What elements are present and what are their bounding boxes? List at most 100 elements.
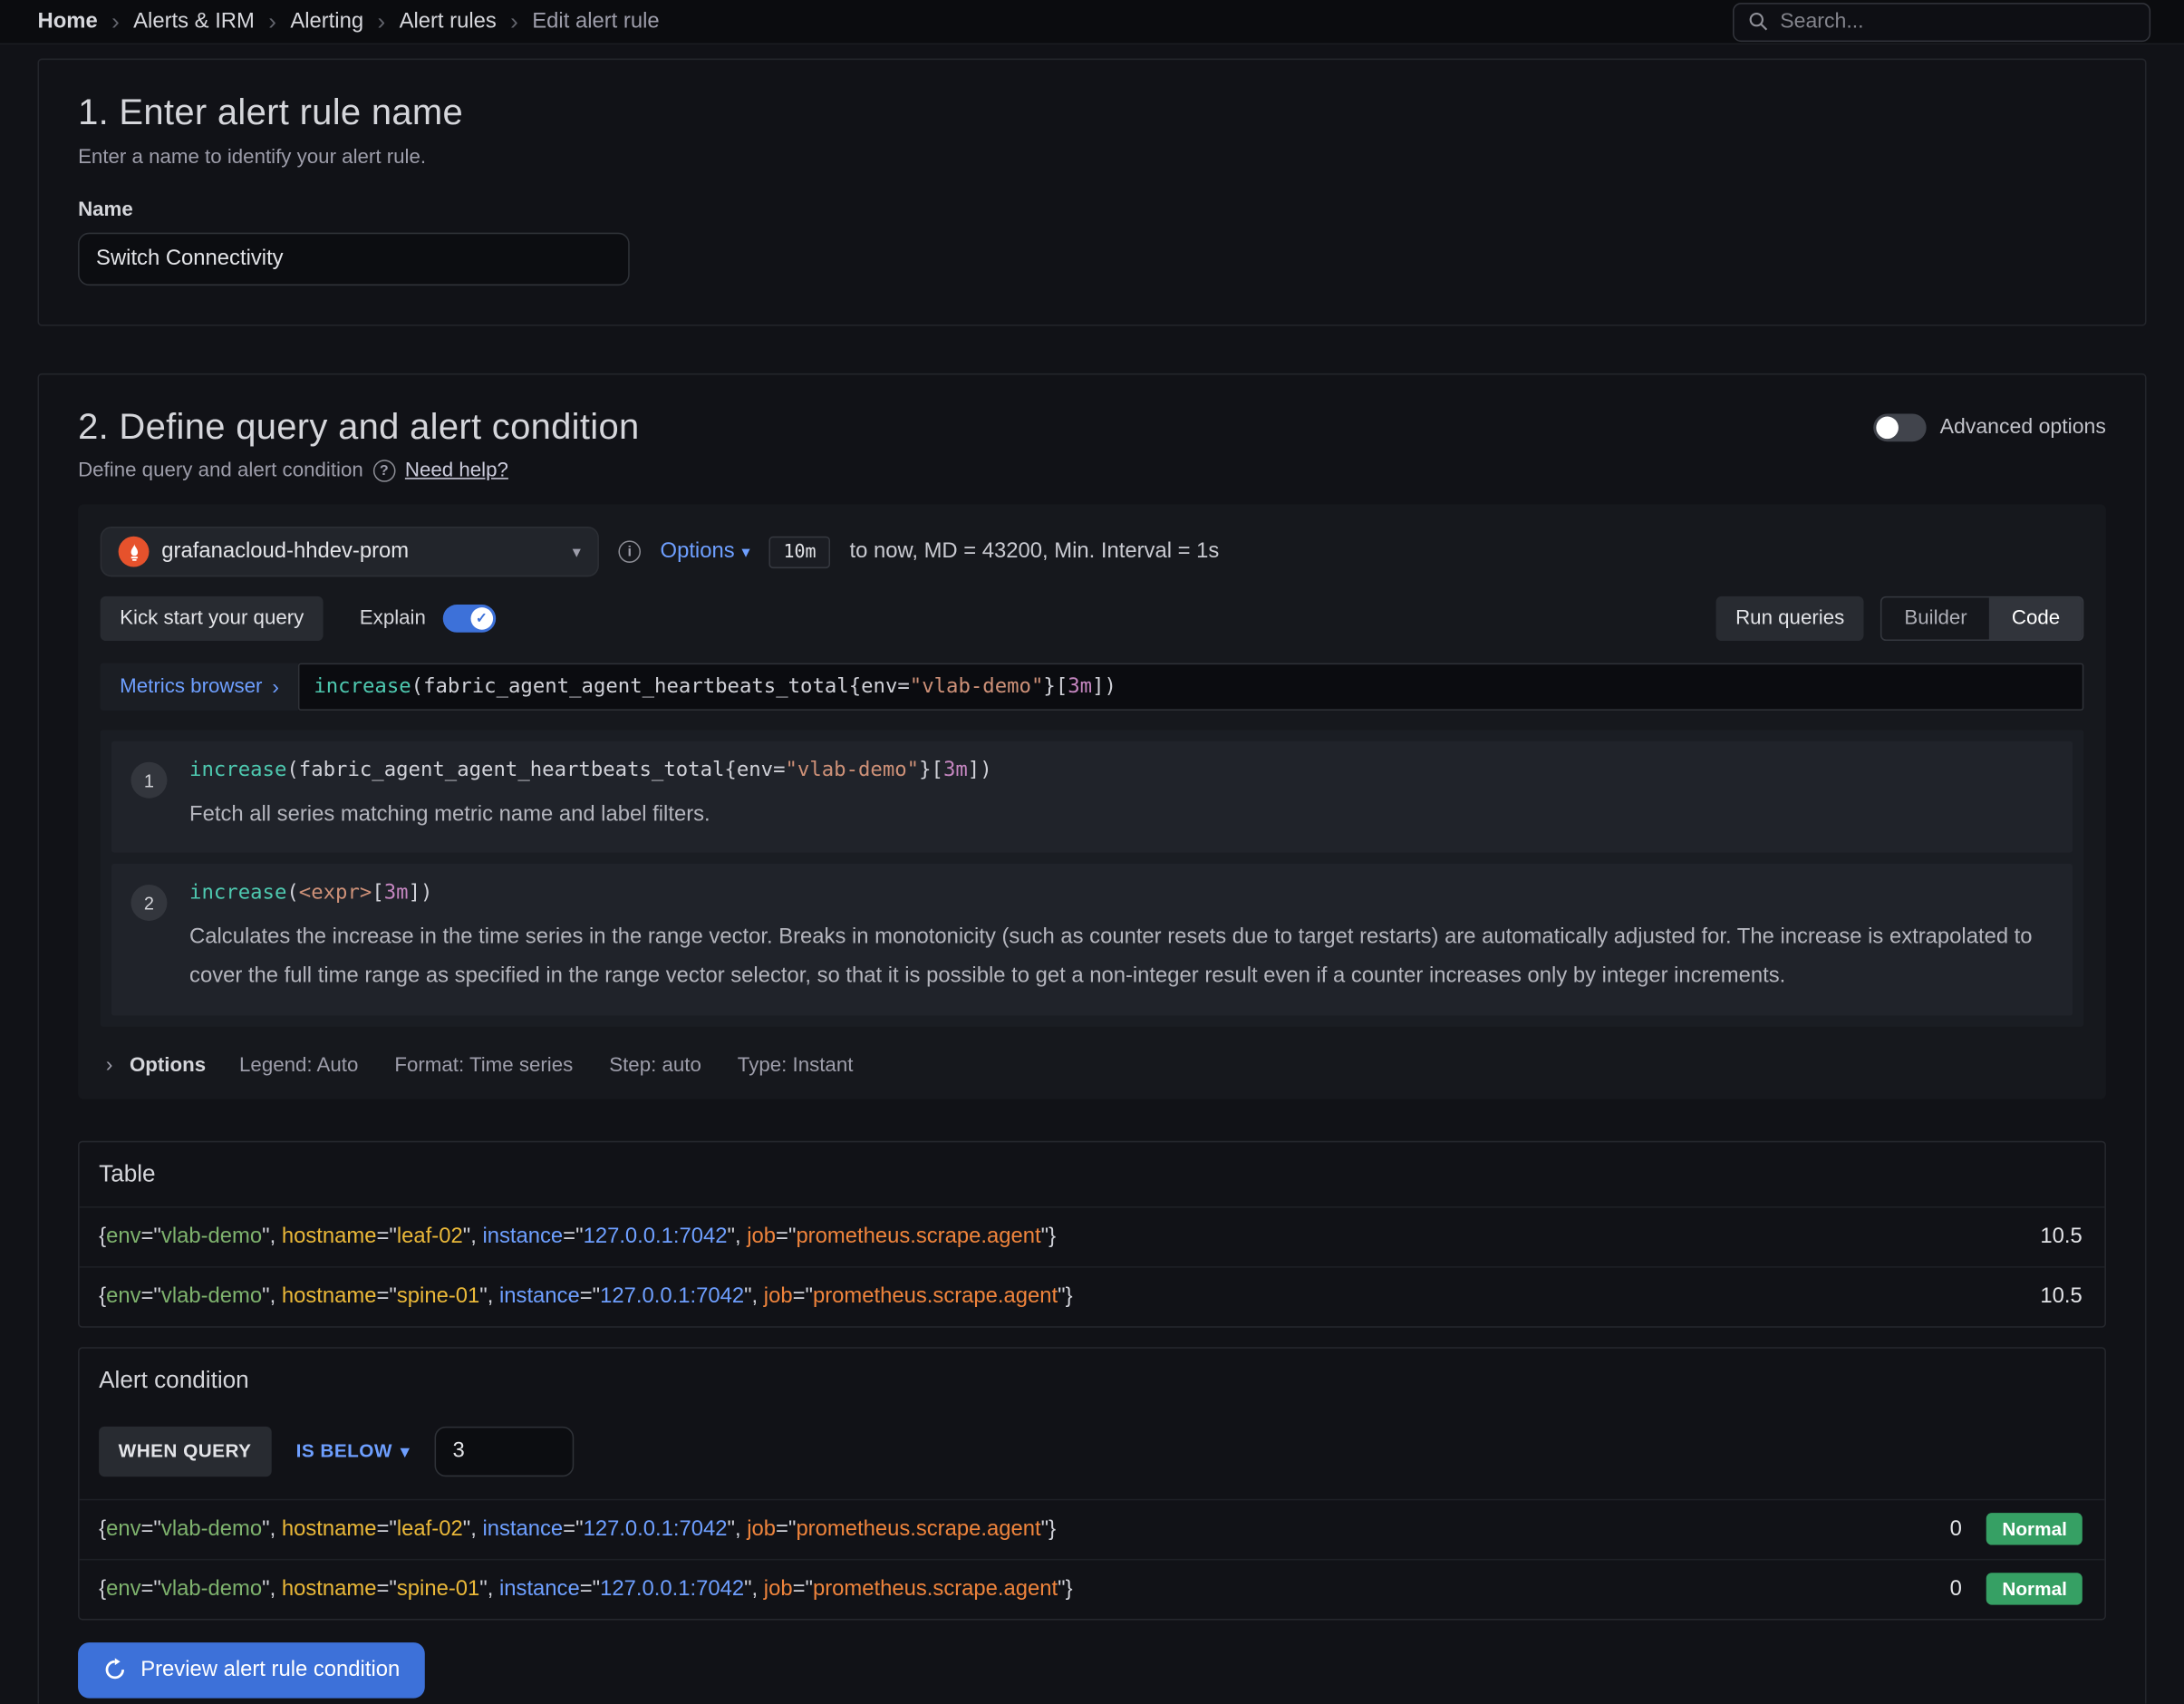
explain-section: 1 increase(fabric_agent_agent_heartbeats… (101, 730, 2084, 1026)
datasource-name: grafanacloud-hhdev-prom (161, 539, 560, 565)
expression-editor-row: Metrics browser › increase(fabric_agent_… (101, 663, 2084, 711)
chevron-right-icon: › (377, 10, 385, 34)
query-options-button-label: Options (661, 539, 735, 565)
code-tab[interactable]: Code (1989, 597, 2082, 639)
step-number-badge: 2 (130, 885, 167, 921)
series-labels: {env="vlab-demo", hostname="spine-01", i… (99, 1284, 1072, 1310)
instance-result: 0 Normal (1950, 1513, 2083, 1544)
info-icon[interactable]: i (618, 540, 641, 563)
builder-tab[interactable]: Builder (1882, 597, 1990, 639)
explain-toggle[interactable]: ✓ (442, 605, 495, 633)
search-box[interactable] (1733, 2, 2150, 41)
table-row: {env="vlab-demo", hostname="spine-01", i… (80, 1266, 2105, 1326)
option-legend: Legend: Auto (239, 1054, 358, 1077)
explain-code: increase(<expr>[3m]) (189, 882, 2053, 905)
query-options-row: › Options Legend: Auto Format: Time seri… (101, 1046, 2084, 1080)
alert-condition-title: Alert condition (80, 1348, 2105, 1412)
option-step: Step: auto (609, 1054, 701, 1077)
when-query-button[interactable]: WHEN QUERY (99, 1426, 271, 1476)
series-labels: {env="vlab-demo", hostname="spine-01", i… (99, 1576, 1072, 1602)
query-toolbar-left: Kick start your query Explain ✓ (101, 596, 496, 641)
chevron-down-icon: ▾ (573, 543, 581, 559)
alert-instance-row: {env="vlab-demo", hostname="leaf-02", in… (80, 1498, 2105, 1558)
chevron-right-icon: › (510, 10, 518, 34)
chevron-right-icon[interactable]: › (106, 1055, 113, 1076)
kick-start-query-button[interactable]: Kick start your query (101, 596, 324, 641)
top-navigation-bar: Home › Alerts & IRM › Alerting › Alert r… (0, 0, 2184, 44)
table-row: {env="vlab-demo", hostname="leaf-02", in… (80, 1205, 2105, 1265)
run-queries-button[interactable]: Run queries (1716, 596, 1864, 641)
chevron-right-icon: › (268, 10, 276, 34)
datasource-row: grafanacloud-hhdev-prom ▾ i Options ▾ 10… (101, 527, 2084, 576)
option-format: Format: Time series (394, 1054, 573, 1077)
search-input[interactable] (1780, 10, 2135, 34)
instance-value: 0 (1950, 1576, 1962, 1602)
need-help-link[interactable]: Need help? (405, 460, 508, 482)
step1-subtitle: Enter a name to identify your alert rule… (78, 146, 2106, 169)
breadcrumb-item-alert-rules[interactable]: Alert rules (400, 9, 497, 34)
breadcrumb-item-home[interactable]: Home (37, 9, 97, 34)
preview-button-label: Preview alert rule condition (140, 1657, 400, 1682)
explain-description: Fetch all series matching metric name an… (189, 796, 2053, 835)
search-icon (1748, 11, 1769, 32)
operator-label: IS BELOW (296, 1440, 392, 1461)
alert-instance-row: {env="vlab-demo", hostname="spine-01", i… (80, 1558, 2105, 1618)
operator-dropdown[interactable]: IS BELOW ▾ (296, 1440, 410, 1461)
chevron-right-icon: › (111, 10, 120, 34)
chevron-down-icon: ▾ (401, 1443, 410, 1459)
condition-row: WHEN QUERY IS BELOW ▾ (80, 1412, 2105, 1498)
query-toolbar-right: Run queries Builder Code (1716, 596, 2084, 641)
main-content: 1. Enter alert rule name Enter a name to… (0, 44, 2184, 1704)
explain-code: increase(fabric_agent_agent_heartbeats_t… (189, 760, 2053, 782)
threshold-input[interactable] (435, 1426, 575, 1476)
options-row-label[interactable]: Options (130, 1054, 206, 1077)
preview-alert-rule-button[interactable]: Preview alert rule condition (78, 1642, 425, 1698)
range-description: to now, MD = 43200, Min. Interval = 1s (849, 539, 1219, 565)
series-value: 10.5 (2040, 1224, 2082, 1249)
query-options-button[interactable]: Options ▾ (661, 539, 750, 565)
series-labels: {env="vlab-demo", hostname="leaf-02", in… (99, 1224, 1056, 1249)
explain-step-2: 2 increase(<expr>[3m]) Calculates the in… (111, 864, 2073, 1015)
instance-value: 0 (1950, 1516, 1962, 1542)
step-number-badge: 1 (130, 762, 167, 799)
table-title: Table (80, 1142, 2105, 1206)
toggle-knob-icon (1876, 416, 1899, 439)
breadcrumb-item-alerting[interactable]: Alerting (290, 9, 363, 34)
state-badge: Normal (1986, 1513, 2082, 1544)
series-labels: {env="vlab-demo", hostname="leaf-02", in… (99, 1516, 1056, 1542)
explain-label: Explain (360, 607, 426, 630)
step2-title: 2. Define query and alert condition (78, 405, 639, 449)
refresh-icon (103, 1658, 127, 1681)
explain-step-body: increase(fabric_agent_agent_heartbeats_t… (189, 760, 2053, 835)
breadcrumb-item-alerts-irm[interactable]: Alerts & IRM (133, 9, 255, 34)
breadcrumb: Home › Alerts & IRM › Alerting › Alert r… (37, 9, 659, 34)
step2-panel: 2. Define query and alert condition Adva… (37, 373, 2146, 1704)
promql-expression-input[interactable]: increase(fabric_agent_agent_heartbeats_t… (298, 663, 2083, 711)
builder-code-switch: Builder Code (1880, 596, 2083, 641)
explain-description: Calculates the increase in the time seri… (189, 918, 2053, 997)
step1-title: 1. Enter alert rule name (78, 91, 2106, 134)
alert-condition-panel: Alert condition WHEN QUERY IS BELOW ▾ {e… (78, 1347, 2106, 1620)
step2-header: 2. Define query and alert condition Adva… (78, 405, 2106, 449)
query-toolbar-row: Kick start your query Explain ✓ Run quer… (101, 596, 2084, 641)
step1-panel: 1. Enter alert rule name Enter a name to… (37, 59, 2146, 326)
alert-rule-name-input[interactable] (78, 233, 630, 286)
page: Home › Alerts & IRM › Alerting › Alert r… (0, 0, 2184, 1704)
chevron-down-icon: ▾ (741, 543, 749, 559)
advanced-options-label: Advanced options (1940, 415, 2106, 439)
name-label: Name (78, 199, 2106, 222)
chevron-right-icon: › (272, 676, 279, 697)
advanced-options: Advanced options (1873, 413, 2106, 441)
step2-subtitle-row: Define query and alert condition ? Need … (78, 460, 2106, 482)
datasource-picker[interactable]: grafanacloud-hhdev-prom ▾ (101, 527, 599, 576)
advanced-options-toggle[interactable] (1873, 413, 1926, 441)
relative-range-badge[interactable]: 10m (769, 536, 830, 567)
option-type: Type: Instant (738, 1054, 854, 1077)
metrics-browser-button[interactable]: Metrics browser › (101, 663, 299, 711)
metrics-browser-label: Metrics browser (120, 675, 262, 698)
table-panel: Table {env="vlab-demo", hostname="leaf-0… (78, 1140, 2106, 1327)
state-badge: Normal (1986, 1573, 2082, 1604)
help-icon[interactable]: ? (373, 460, 396, 482)
prometheus-icon (119, 537, 150, 567)
step2-subtitle: Define query and alert condition (78, 460, 363, 482)
